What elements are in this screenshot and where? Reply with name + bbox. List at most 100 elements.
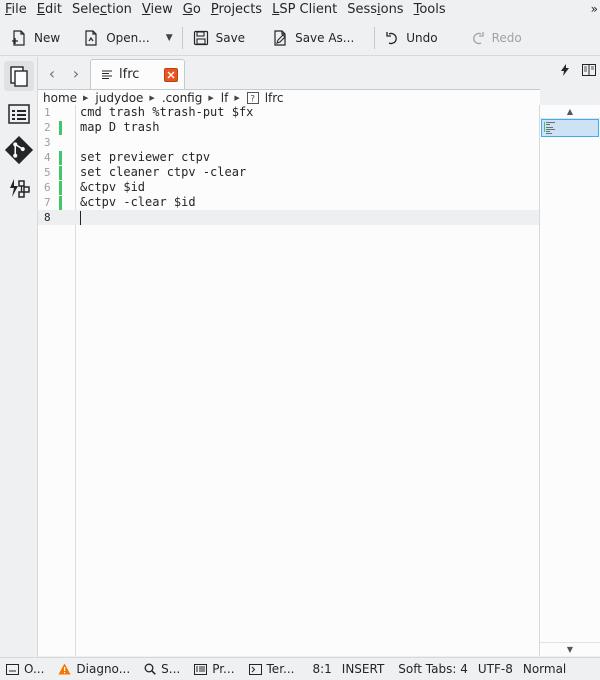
save-icon xyxy=(193,30,208,46)
tab-bar: ‹ › lfrc xyxy=(38,57,600,89)
split-view-icon[interactable] xyxy=(582,64,596,76)
line-number: 5 xyxy=(44,166,51,179)
search-icon xyxy=(144,663,156,675)
text-file-icon xyxy=(102,70,112,79)
symbols-panel-button[interactable] xyxy=(4,99,34,129)
code-line[interactable]: 1 cmd trash %trash-put $fx xyxy=(38,105,540,120)
open-button[interactable]: Open... ▼ xyxy=(76,24,178,52)
open-button-label: Open... xyxy=(106,31,150,45)
documents-icon xyxy=(10,66,28,87)
breadcrumb-item[interactable]: lf xyxy=(221,91,229,105)
code-text: set previewer ctpv xyxy=(80,150,211,164)
terminal-panel-button[interactable]: Ter... xyxy=(245,662,299,676)
toolbar-separator xyxy=(374,27,376,49)
output-label: O... xyxy=(24,662,45,676)
minimap-line xyxy=(546,133,552,134)
terminal-label: Ter... xyxy=(266,662,295,676)
search-panel-button[interactable]: S... xyxy=(140,662,184,676)
output-panel-button[interactable]: O... xyxy=(0,662,48,676)
diagnostics-panel-button[interactable]: Diagno... xyxy=(54,662,134,676)
modified-line-marker xyxy=(59,166,62,180)
code-text: &ctpv $id xyxy=(80,180,146,194)
breadcrumb: home ▶ judydoe ▶ .config ▶ lf ▶ ? lfrc xyxy=(38,89,540,105)
minimap-line xyxy=(544,122,545,132)
indentation-setting[interactable]: Soft Tabs: 4 xyxy=(392,662,476,676)
left-sidebar xyxy=(0,57,38,660)
cursor-position[interactable]: 8:1 xyxy=(304,662,339,676)
text-cursor xyxy=(80,211,81,225)
projects-panel-button[interactable]: Pr... xyxy=(190,662,238,676)
scroll-up-arrow-icon[interactable]: ▲ xyxy=(540,105,600,119)
undo-button[interactable]: Undo xyxy=(378,24,443,52)
save-button[interactable]: Save xyxy=(186,24,251,52)
menu-projects[interactable]: Projects xyxy=(206,0,267,20)
documents-panel-button[interactable] xyxy=(4,61,34,91)
chevron-down-icon[interactable]: ▼ xyxy=(166,33,173,43)
menu-overflow-button[interactable]: » xyxy=(591,0,598,18)
open-document-icon xyxy=(85,30,97,46)
menu-lsp-client[interactable]: LSP Client xyxy=(267,0,342,20)
encoding[interactable]: UTF-8 xyxy=(476,662,521,676)
new-button-label: New xyxy=(34,31,61,45)
redo-button[interactable]: Redo xyxy=(464,24,528,52)
code-line[interactable]: 7 &ctpv -clear $id xyxy=(38,195,540,210)
code-editor[interactable]: 1 cmd trash %trash-put $fx 2 map D trash… xyxy=(38,105,540,656)
line-number: 6 xyxy=(44,181,51,194)
new-button[interactable]: New xyxy=(4,24,66,52)
back-arrow-icon[interactable]: ‹ xyxy=(42,63,62,83)
terminal-icon xyxy=(248,663,262,675)
menu-tools[interactable]: Tools xyxy=(409,0,451,20)
undo-button-label: Undo xyxy=(406,31,438,45)
code-line[interactable]: 6 &ctpv $id xyxy=(38,180,540,195)
breadcrumb-item[interactable]: home xyxy=(43,91,77,105)
modified-line-marker xyxy=(59,181,62,195)
minimap-viewport[interactable] xyxy=(541,119,599,137)
tab-label: lfrc xyxy=(119,67,140,82)
menu-bar: File Edit Selection View Go Projects LSP… xyxy=(0,0,600,20)
save-as-button[interactable]: Save As... xyxy=(265,24,360,52)
redo-icon xyxy=(472,32,484,45)
git-panel-button[interactable] xyxy=(4,135,34,165)
menu-sessions[interactable]: Sessions xyxy=(342,0,408,20)
input-mode[interactable]: Normal xyxy=(521,662,574,676)
code-line[interactable]: 5 set cleaner ctpv -clear xyxy=(38,165,540,180)
modified-line-marker xyxy=(59,151,62,165)
save-as-button-label: Save As... xyxy=(295,31,355,45)
scroll-down-arrow-icon[interactable]: ▼ xyxy=(540,642,600,656)
status-bar: O... Diagno... S... Pr... Ter... 8:1 INS… xyxy=(0,657,600,680)
breadcrumb-item[interactable]: judydoe xyxy=(95,91,143,105)
code-text: map D trash xyxy=(80,120,160,134)
menu-edit[interactable]: Edit xyxy=(32,0,67,20)
breadcrumb-item[interactable]: lfrc xyxy=(265,91,284,105)
code-line-current[interactable]: 8 xyxy=(38,210,540,225)
code-line[interactable]: 4 set previewer ctpv xyxy=(38,150,540,165)
lsp-panel-button[interactable] xyxy=(4,173,34,203)
breadcrumb-item[interactable]: .config xyxy=(162,91,203,105)
code-text: cmd trash %trash-put $fx xyxy=(80,105,254,119)
menu-selection[interactable]: Selection xyxy=(67,0,137,20)
forward-arrow-icon[interactable]: › xyxy=(66,63,86,83)
code-line[interactable]: 2 map D trash xyxy=(38,120,540,135)
minimap-scrollbar[interactable]: ▲ ▼ xyxy=(539,105,600,656)
close-icon[interactable] xyxy=(164,68,178,82)
line-number: 7 xyxy=(44,196,51,209)
line-number: 4 xyxy=(44,151,51,164)
menu-view[interactable]: View xyxy=(137,0,178,20)
toolbar-separator xyxy=(181,27,183,49)
warning-icon xyxy=(58,663,71,675)
output-icon xyxy=(6,663,19,675)
menu-file[interactable]: File xyxy=(0,0,32,20)
edit-mode[interactable]: INSERT xyxy=(340,662,393,676)
minimap-line xyxy=(546,131,550,132)
modified-line-marker xyxy=(59,196,62,210)
chevron-right-icon: ▶ xyxy=(208,93,214,102)
code-text: set cleaner ctpv -clear xyxy=(80,165,247,179)
lightning-icon[interactable] xyxy=(560,64,570,76)
code-line[interactable]: 3 xyxy=(38,135,540,150)
tab-lfrc[interactable]: lfrc xyxy=(90,59,185,89)
minimap-line xyxy=(546,127,553,128)
minimap-line xyxy=(546,122,555,123)
line-number: 2 xyxy=(44,121,51,134)
line-number: 8 xyxy=(44,211,51,224)
menu-go[interactable]: Go xyxy=(178,0,206,20)
